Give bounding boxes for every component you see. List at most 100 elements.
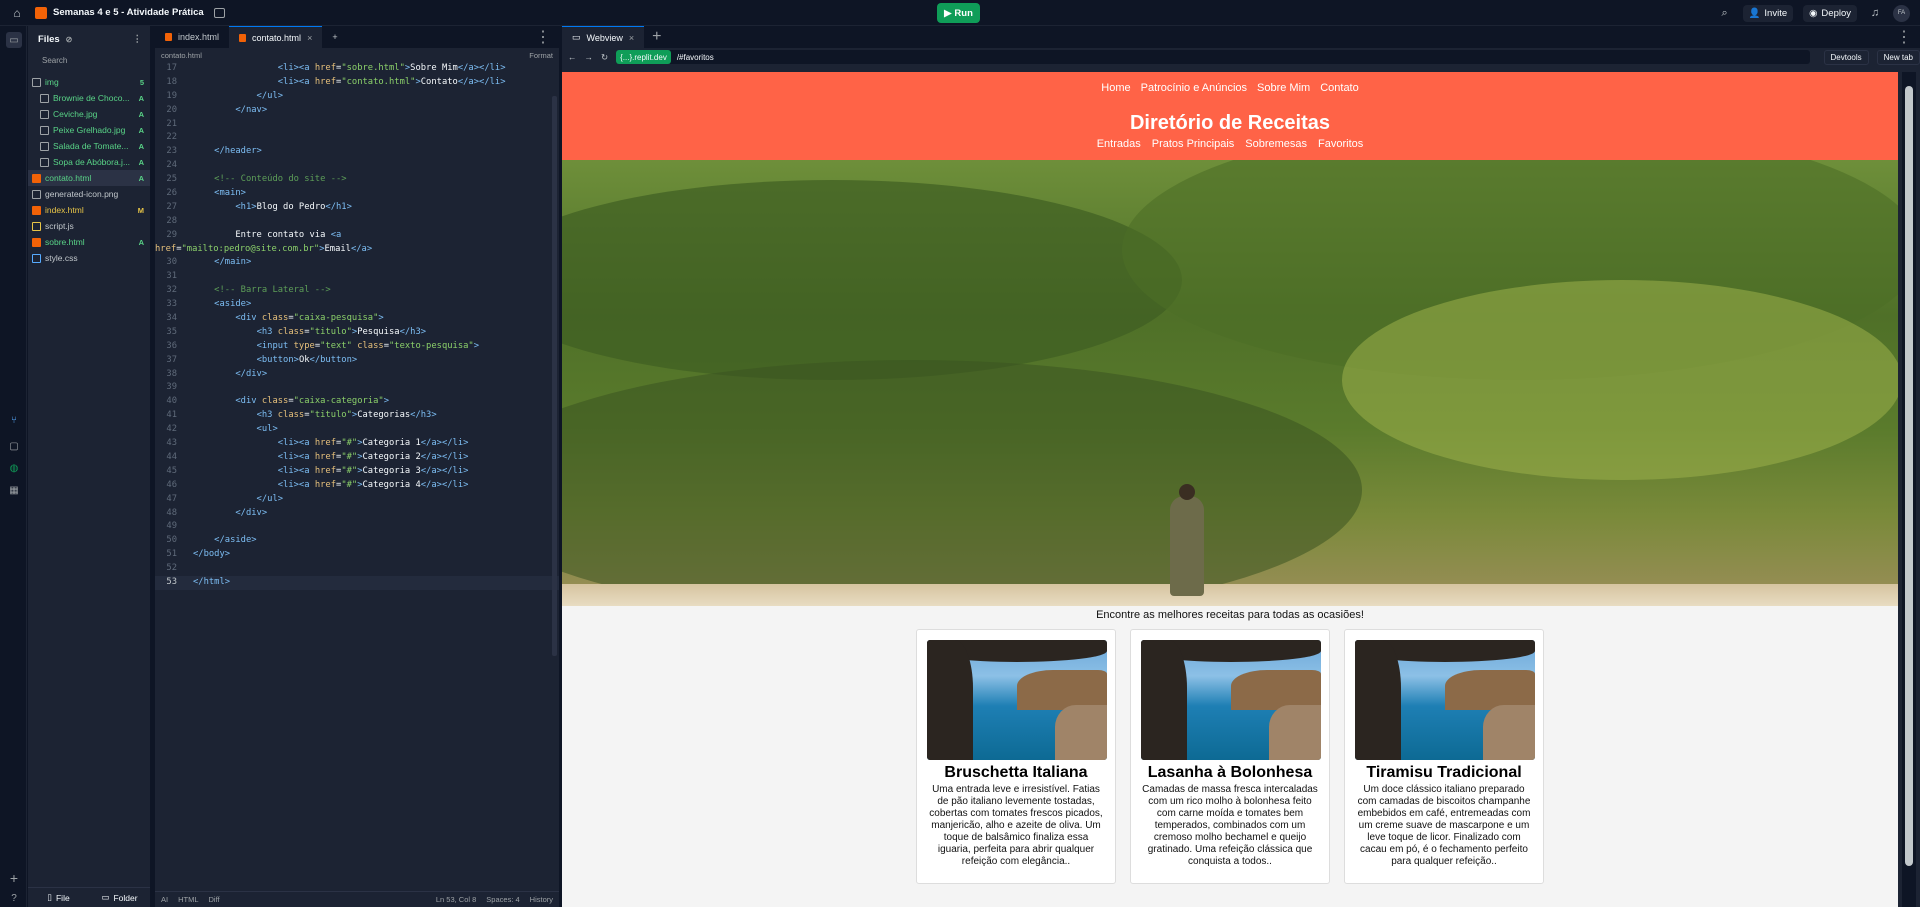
code-line: 27 <h1>Blog do Pedro</h1> [166, 201, 352, 212]
code-line: 36 <input type="text" class="texto-pesqu… [166, 340, 480, 351]
code-line: 21 [166, 118, 177, 129]
file-tree-item[interactable]: script.js [28, 218, 150, 234]
bell-icon[interactable]: ♫ [1867, 7, 1883, 19]
webview-pane: ▭ Webview × + ⋮ ← → ↻ {...}.replit.dev /#f… [562, 26, 1920, 907]
search-input[interactable]: Search [34, 52, 144, 68]
hero-meadow [1342, 280, 1898, 480]
code-line: 43 <li><a href="#">Categoria 1</a></li> [166, 438, 469, 449]
tab-contato-html[interactable]: contato.html × [229, 26, 323, 48]
url-bar[interactable]: {...}.replit.dev /#favoritos [616, 50, 1810, 64]
code-line: 17 <li><a href="sobre.html">Sobre Mim</a… [166, 63, 506, 73]
nav-link-entradas[interactable]: Entradas [1097, 138, 1141, 150]
file-name: generated-icon.png [45, 189, 119, 199]
hero-sheep-flock [562, 584, 1898, 606]
breadcrumb-file[interactable]: contato.html [161, 51, 202, 60]
file-tree-item[interactable]: index.html M [28, 202, 150, 218]
nav-link-contact[interactable]: Contato [1320, 82, 1359, 94]
code-area[interactable]: 17 <li><a href="sobre.html">Sobre Mim</a… [155, 62, 559, 590]
deploy-icon: ◉ [1809, 7, 1818, 19]
page-scrollbar-thumb[interactable] [1905, 86, 1913, 866]
avatar[interactable]: FA [1893, 4, 1910, 22]
code-line: 29 Entre contato via <a [166, 229, 342, 240]
code-line: 50 </aside> [166, 535, 257, 546]
language-indicator[interactable]: HTML [178, 895, 198, 904]
code-line: 39 [166, 382, 177, 393]
format-button[interactable]: Format [529, 51, 553, 60]
file-tree-item[interactable]: img 5 [28, 74, 150, 90]
file-name: contato.html [45, 173, 92, 183]
editor-more-icon[interactable]: ⋮ [535, 27, 559, 47]
forward-icon[interactable]: → [585, 52, 594, 62]
nav-link-pratos[interactable]: Pratos Principais [1152, 138, 1235, 150]
help-icon[interactable]: ? [6, 890, 22, 906]
project-menu-icon[interactable] [213, 7, 225, 18]
recipe-cards: Bruschetta Italiana Uma entrada leve e i… [562, 629, 1898, 884]
nav-link-sponsors[interactable]: Patrocínio e Anúncios [1141, 82, 1247, 94]
devtools-button[interactable]: Devtools [1823, 49, 1869, 65]
breadcrumb: contato.html Format [155, 48, 559, 62]
close-icon[interactable]: × [629, 33, 634, 43]
more-icon[interactable]: ⋮ [133, 34, 143, 45]
diff-button[interactable]: Diff [209, 895, 220, 904]
site-page: Home Patrocínio e Anúncios Sobre Mim Con… [562, 72, 1898, 907]
back-icon[interactable]: ← [568, 52, 577, 62]
editor-scrollbar[interactable] [552, 96, 557, 656]
apps-icon[interactable]: ▦ [6, 482, 22, 498]
recipe-card[interactable]: Lasanha à Bolonhesa Camadas de massa fre… [1130, 629, 1330, 884]
home-icon[interactable]: ⌂ [9, 5, 25, 21]
code-line: 49 [166, 521, 177, 532]
folder-file-icon [32, 77, 41, 87]
files-title: Files [38, 33, 60, 45]
file-tree-item[interactable]: contato.html A [28, 170, 150, 186]
new-file-button[interactable]: ▯ File [28, 888, 89, 907]
file-name: Peixe Grelhado.jpg [53, 125, 126, 135]
reload-icon[interactable]: ↻ [601, 52, 608, 63]
git-icon[interactable]: ⑂ [6, 412, 22, 428]
code-line: 42 <ul> [166, 424, 278, 435]
add-tab-icon[interactable]: + [644, 28, 669, 46]
file-tree-item[interactable]: Brownie de Choco... A [28, 90, 150, 106]
ai-button[interactable]: AI [161, 895, 168, 904]
monitor-icon[interactable]: ▢ [6, 438, 22, 454]
invite-button[interactable]: 👤 Invite [1742, 4, 1794, 22]
file-tree-item[interactable]: Salada de Tomate... A [28, 138, 150, 154]
indent-setting[interactable]: Spaces: 4 [486, 895, 519, 904]
project-icon [35, 6, 47, 19]
file-tree-item[interactable]: sobre.html A [28, 234, 150, 250]
hero-shepherd [1170, 496, 1204, 596]
file-tree-item[interactable]: style.css [28, 250, 150, 266]
project-name[interactable]: Semanas 4 e 5 - Atividade Prática [53, 7, 204, 18]
nav-link-favoritos[interactable]: Favoritos [1318, 138, 1363, 150]
file-tree-item[interactable]: Ceviche.jpg A [28, 106, 150, 122]
globe-icon[interactable]: ◍ [6, 460, 22, 476]
run-button[interactable]: ▶ Run [937, 3, 980, 23]
plus-icon[interactable]: + [6, 870, 22, 886]
nav-link-sobremesas[interactable]: Sobremesas [1245, 138, 1307, 150]
file-name: sobre.html [45, 237, 85, 247]
search-icon[interactable]: ⌕ [1717, 7, 1733, 20]
tab-index-html[interactable]: index.html [155, 26, 229, 48]
nav-link-home[interactable]: Home [1101, 82, 1130, 94]
image-file-icon [40, 125, 49, 135]
deploy-button[interactable]: ◉ Deploy [1803, 4, 1857, 22]
history-button[interactable]: History [530, 895, 553, 904]
code-line: 44 <li><a href="#">Categoria 2</a></li> [166, 451, 469, 462]
tab-webview[interactable]: ▭ Webview × [562, 26, 645, 48]
site-nav-sections: Entradas Pratos Principais Sobremesas Fa… [562, 138, 1898, 150]
git-status-badge: A [138, 109, 144, 119]
webview-more-icon[interactable]: ⋮ [1896, 27, 1920, 47]
recipe-image [1355, 640, 1535, 760]
nav-link-about[interactable]: Sobre Mim [1257, 82, 1310, 94]
file-name: Sopa de Abóbora.j... [53, 157, 131, 167]
file-tree-item[interactable]: Peixe Grelhado.jpg A [28, 122, 150, 138]
file-tree-item[interactable]: Sopa de Abóbora.j... A [28, 154, 150, 170]
recipe-card[interactable]: Bruschetta Italiana Uma entrada leve e i… [916, 629, 1116, 884]
files-icon[interactable]: ▭ [6, 32, 22, 48]
new-folder-button[interactable]: ▭ Folder [89, 888, 150, 907]
add-tab-icon[interactable]: + [322, 26, 347, 48]
close-icon[interactable]: × [307, 33, 312, 43]
new-tab-button[interactable]: New tab [1876, 49, 1920, 65]
page-scrollbar[interactable] [1902, 72, 1916, 907]
file-tree-item[interactable]: generated-icon.png [28, 186, 150, 202]
recipe-card[interactable]: Tiramisu Tradicional Um doce clássico it… [1344, 629, 1544, 884]
